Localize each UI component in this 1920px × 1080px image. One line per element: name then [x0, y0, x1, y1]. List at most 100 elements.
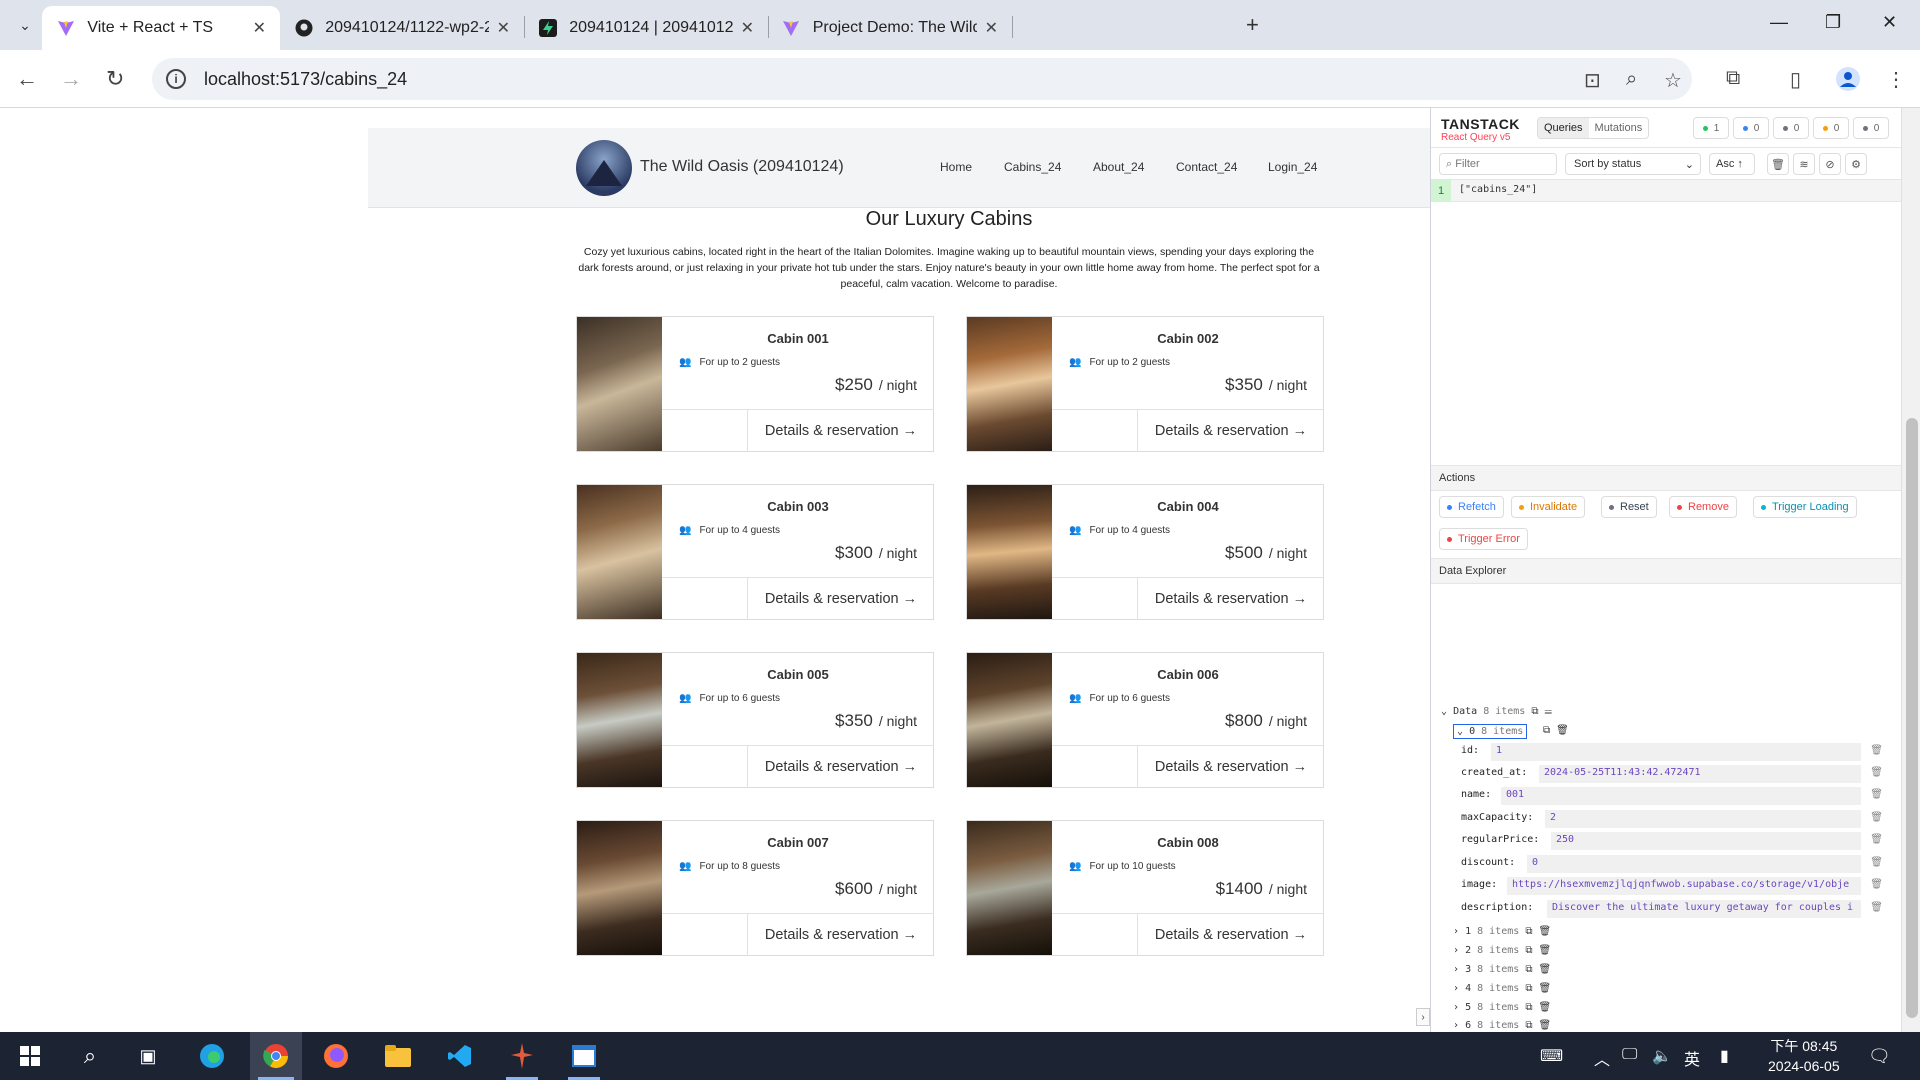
filter-input[interactable]: ⌕ Filter	[1439, 153, 1557, 175]
task-view-icon[interactable]: ▣	[124, 1032, 172, 1080]
wifi-icon[interactable]: ≋	[1793, 153, 1815, 175]
devtools-scrollbar[interactable]	[1901, 108, 1920, 1032]
site-title[interactable]: The Wild Oasis (209410124)	[640, 158, 844, 176]
trash-icon[interactable]: 🗑	[1870, 812, 1883, 823]
trash-icon[interactable]: 🗑	[1870, 767, 1883, 778]
data-item-collapsed[interactable]: › 2 8 items ⧉ 🗑	[1453, 945, 1551, 956]
copy-icon[interactable]: ⧉	[1525, 1020, 1532, 1031]
invalidate-button[interactable]: Invalidate	[1511, 496, 1586, 518]
status-count-fresh[interactable]: 1	[1693, 117, 1729, 139]
window-close-icon[interactable]: ✕	[1882, 12, 1897, 33]
prop-value-input[interactable]: 2	[1545, 810, 1861, 828]
tab-mutations[interactable]: Mutations	[1589, 118, 1649, 138]
trash-icon[interactable]: 🗑	[1870, 789, 1883, 800]
trash-icon[interactable]: 🗑	[1538, 983, 1551, 994]
tab-queries[interactable]: Queries	[1538, 118, 1589, 138]
trash-icon[interactable]: 🗑	[1870, 902, 1883, 913]
bookmark-star-icon[interactable]: ☆	[1664, 68, 1682, 93]
notes-icon[interactable]: ▮	[1720, 1046, 1729, 1066]
details-reservation-link[interactable]: Details & reservation →	[1137, 577, 1324, 620]
copy-icon[interactable]: ⧉	[1525, 945, 1532, 956]
trash-icon[interactable]: 🗑	[1556, 725, 1569, 736]
system-clock[interactable]: 下午 08:45 2024-06-05	[1768, 1036, 1840, 1076]
trash-icon[interactable]: 🗑	[1870, 834, 1883, 845]
chevron-up-icon[interactable]: ︿	[1594, 1046, 1610, 1070]
trash-icon[interactable]: 🗑	[1538, 1020, 1551, 1031]
volume-icon[interactable]: 🔈	[1652, 1046, 1672, 1066]
minimize-icon[interactable]: —	[1770, 12, 1788, 33]
profile-avatar-icon[interactable]	[1836, 67, 1860, 97]
file-explorer-icon[interactable]	[374, 1032, 422, 1080]
data-item-collapsed[interactable]: › 5 8 items ⧉ 🗑	[1453, 1002, 1551, 1013]
trigger-loading-button[interactable]: Trigger Loading	[1753, 496, 1857, 518]
list-icon[interactable]: ☰	[1545, 706, 1553, 717]
copy-icon[interactable]: ⧉	[1531, 706, 1538, 717]
sort-order-button[interactable]: Asc ↑	[1709, 153, 1755, 175]
trash-icon[interactable]: 🗑	[1538, 926, 1551, 937]
details-reservation-link[interactable]: Details & reservation →	[1137, 913, 1324, 956]
menu-kebab-icon[interactable]: ⋮	[1886, 67, 1906, 92]
side-panel-icon[interactable]: ▯	[1790, 67, 1801, 92]
copy-icon[interactable]: ⧉	[1525, 983, 1532, 994]
address-bar[interactable]: i localhost:5173/cabins_24 ⊡ ⌕ ☆	[152, 58, 1692, 100]
data-item-collapsed[interactable]: › 3 8 items ⧉ 🗑	[1453, 964, 1551, 975]
prop-value-input[interactable]: 1	[1491, 743, 1861, 761]
close-icon[interactable]: ✕	[253, 18, 266, 38]
nav-about[interactable]: About_24	[1093, 160, 1144, 174]
status-count-fetching[interactable]: 0	[1733, 117, 1769, 139]
tab-search-icon[interactable]: ⌄	[10, 10, 40, 40]
firefox-icon[interactable]	[312, 1032, 360, 1080]
reset-button[interactable]: Reset	[1601, 496, 1657, 518]
details-reservation-link[interactable]: Details & reservation →	[1137, 409, 1324, 452]
prop-value-input[interactable]: 0	[1527, 855, 1861, 873]
search-icon[interactable]: ⌕	[66, 1032, 114, 1080]
keyboard-icon[interactable]: ⌨	[1540, 1046, 1563, 1066]
nav-login[interactable]: Login_24	[1268, 160, 1317, 174]
prop-value-input[interactable]: Discover the ultimate luxury getaway for…	[1547, 900, 1861, 918]
app-icon[interactable]	[498, 1032, 546, 1080]
tab-project-demo[interactable]: Project Demo: The Wild Oasis ✕	[768, 6, 1012, 50]
site-logo[interactable]	[576, 140, 632, 196]
prop-value-input[interactable]: 250	[1551, 832, 1861, 850]
trash-icon[interactable]: 🗑	[1870, 879, 1883, 890]
translate-icon[interactable]: ⊡	[1584, 68, 1601, 93]
extensions-icon[interactable]: ⧉	[1726, 67, 1740, 90]
ime-indicator[interactable]: 英	[1684, 1046, 1700, 1070]
vscode-icon[interactable]	[436, 1032, 484, 1080]
trash-icon[interactable]: 🗑	[1767, 153, 1789, 175]
copy-icon[interactable]: ⧉	[1525, 1002, 1532, 1013]
back-icon[interactable]: ←	[16, 66, 38, 92]
app-window-icon[interactable]	[560, 1032, 608, 1080]
new-tab-icon[interactable]: +	[1246, 12, 1259, 38]
close-icon[interactable]: ✕	[497, 18, 510, 38]
details-reservation-link[interactable]: Details & reservation →	[747, 409, 934, 452]
prop-value-input[interactable]: 2024-05-25T11:43:42.472471	[1539, 765, 1861, 783]
status-count-paused[interactable]: 0	[1773, 117, 1809, 139]
offline-icon[interactable]: ⊘	[1819, 153, 1841, 175]
site-info-icon[interactable]: i	[166, 69, 186, 89]
copy-icon[interactable]: ⧉	[1543, 725, 1550, 736]
tab-github[interactable]: 209410124/1122-wp2-2N-24 ✕	[280, 6, 524, 50]
refetch-button[interactable]: Refetch	[1439, 496, 1504, 518]
status-count-stale[interactable]: 0	[1813, 117, 1849, 139]
trash-icon[interactable]: 🗑	[1870, 857, 1883, 868]
data-item-0-node[interactable]: ⌄ 0 8 items	[1453, 724, 1528, 739]
details-reservation-link[interactable]: Details & reservation →	[1137, 745, 1324, 788]
scrollbar-thumb[interactable]	[1906, 418, 1918, 1018]
copy-icon[interactable]: ⧉	[1525, 964, 1532, 975]
edge-icon[interactable]	[188, 1032, 236, 1080]
windows-start-icon[interactable]	[6, 1032, 54, 1080]
query-row[interactable]: 1 ["cabins_24"]	[1431, 180, 1901, 202]
nav-home[interactable]: Home	[940, 160, 972, 174]
data-item-collapsed[interactable]: › 1 8 items ⧉ 🗑	[1453, 926, 1551, 937]
trash-icon[interactable]: 🗑	[1538, 945, 1551, 956]
tab-vite-react[interactable]: Vite + React + TS ✕	[42, 6, 280, 50]
close-icon[interactable]: ✕	[741, 18, 754, 38]
trash-icon[interactable]: 🗑	[1538, 1002, 1551, 1013]
tab-supabase[interactable]: 209410124 | 209410124 | Sup ✕	[524, 6, 768, 50]
restore-icon[interactable]: ❐	[1825, 12, 1841, 33]
zoom-icon[interactable]: ⌕	[1626, 68, 1637, 91]
sort-select[interactable]: Sort by status ⌄	[1565, 153, 1701, 175]
data-item-collapsed[interactable]: › 4 8 items ⧉ 🗑	[1453, 983, 1551, 994]
nav-contact[interactable]: Contact_24	[1176, 160, 1237, 174]
